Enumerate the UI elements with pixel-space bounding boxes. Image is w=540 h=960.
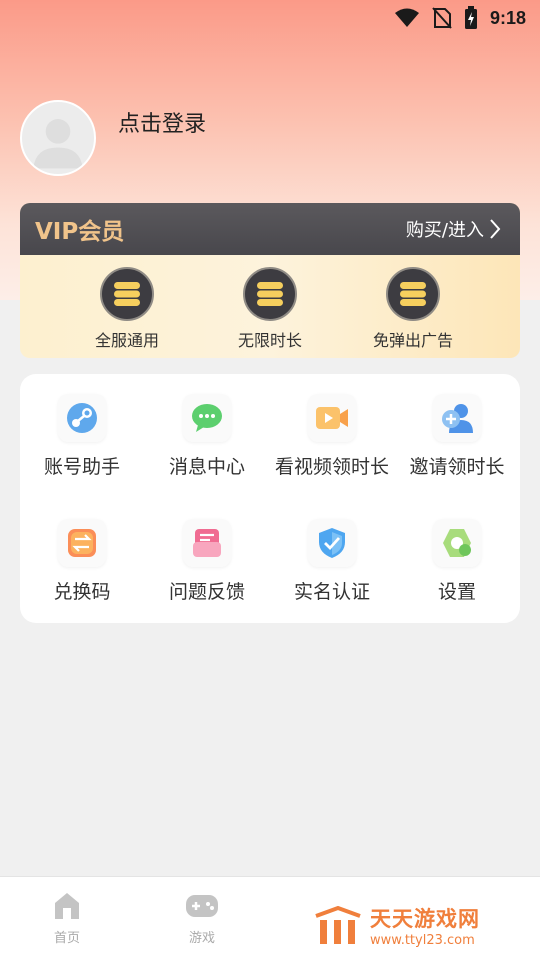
vip-header: VIP会员 购买/进入: [20, 203, 520, 255]
watermark-name: 天天游戏网: [370, 907, 480, 931]
shield-check-icon: [308, 519, 356, 567]
vip-benefits: 全服通用 无限时长 免弹出广告: [20, 255, 520, 358]
menu-grid: 账号助手 消息中心 看视频领时长 邀请领时长 兑换码 问题反馈 实名认证 设置: [20, 374, 520, 623]
status-time: 9:18: [489, 7, 526, 28]
vip-benefit-label: 无限时长: [237, 331, 302, 350]
vip-benefit-all-servers: 全服通用: [67, 267, 187, 351]
tab-label: 游戏: [188, 931, 215, 946]
menu-item-label: 账号助手: [43, 456, 120, 478]
invite-user-icon: [433, 394, 481, 442]
menu-item-label: 实名认证: [293, 581, 370, 603]
vip-title: VIP会员: [35, 219, 125, 245]
vip-benefit-no-ads: 免弹出广告: [353, 267, 473, 351]
watermark-url: www.ttyl23.com: [370, 933, 475, 948]
status-bar: 9:18: [0, 0, 540, 36]
coin-stack-icon: [243, 267, 297, 321]
menu-item-redeem-code[interactable]: 兑换码: [20, 519, 144, 604]
menu-item-label: 邀请领时长: [409, 456, 505, 478]
feedback-icon: [183, 519, 231, 567]
watermark: 天天游戏网 www.ttyl23.com: [314, 903, 480, 948]
chat-icon: [183, 394, 231, 442]
tab-home[interactable]: 首页: [27, 891, 107, 946]
avatar[interactable]: [20, 100, 96, 176]
battery-charging-icon: [464, 6, 478, 30]
tab-label: 首页: [53, 931, 80, 946]
bottom-navigation: 首页 游戏 天天游戏网 www.ttyl23.com: [0, 876, 540, 960]
gamepad-icon: [186, 895, 218, 917]
tab-games[interactable]: 游戏: [162, 891, 242, 946]
vip-benefit-label: 全服通用: [94, 331, 159, 350]
watermark-logo: [315, 905, 361, 944]
vip-benefit-unlimited-time: 无限时长: [210, 267, 330, 351]
vip-action-label: 购买/进入: [405, 220, 484, 241]
menu-item-watch-video[interactable]: 看视频领时长: [270, 394, 394, 479]
chevron-right-icon: [490, 219, 501, 239]
settings-icon: [433, 519, 481, 567]
menu-item-label: 兑换码: [53, 581, 111, 603]
vip-card[interactable]: VIP会员 购买/进入 全服通用 无限时长 免弹出广告: [20, 203, 520, 358]
steam-icon: [58, 394, 106, 442]
default-avatar-icon: [33, 119, 83, 169]
coin-stack-icon: [100, 267, 154, 321]
menu-item-message-center[interactable]: 消息中心: [145, 394, 269, 479]
no-sim-icon: [432, 7, 452, 29]
menu-item-account-assistant[interactable]: 账号助手: [20, 394, 144, 479]
home-icon: [55, 893, 79, 919]
vip-buy-enter-button[interactable]: 购买/进入: [406, 216, 502, 242]
menu-item-feedback[interactable]: 问题反馈: [145, 519, 269, 604]
menu-item-real-name-verification[interactable]: 实名认证: [270, 519, 394, 604]
profile-section: [20, 100, 96, 176]
exchange-icon: [58, 519, 106, 567]
vip-benefit-label: 免弹出广告: [372, 331, 453, 350]
login-link[interactable]: 点击登录: [118, 106, 206, 138]
menu-item-label: 问题反馈: [168, 581, 245, 603]
menu-item-label: 设置: [437, 581, 476, 603]
menu-item-invite[interactable]: 邀请领时长: [395, 394, 519, 479]
menu-item-label: 看视频领时长: [274, 456, 389, 478]
menu-item-settings[interactable]: 设置: [395, 519, 519, 604]
menu-item-label: 消息中心: [168, 456, 245, 478]
video-icon: [308, 394, 356, 442]
wifi-icon: [394, 8, 420, 28]
coin-stack-icon: [386, 267, 440, 321]
